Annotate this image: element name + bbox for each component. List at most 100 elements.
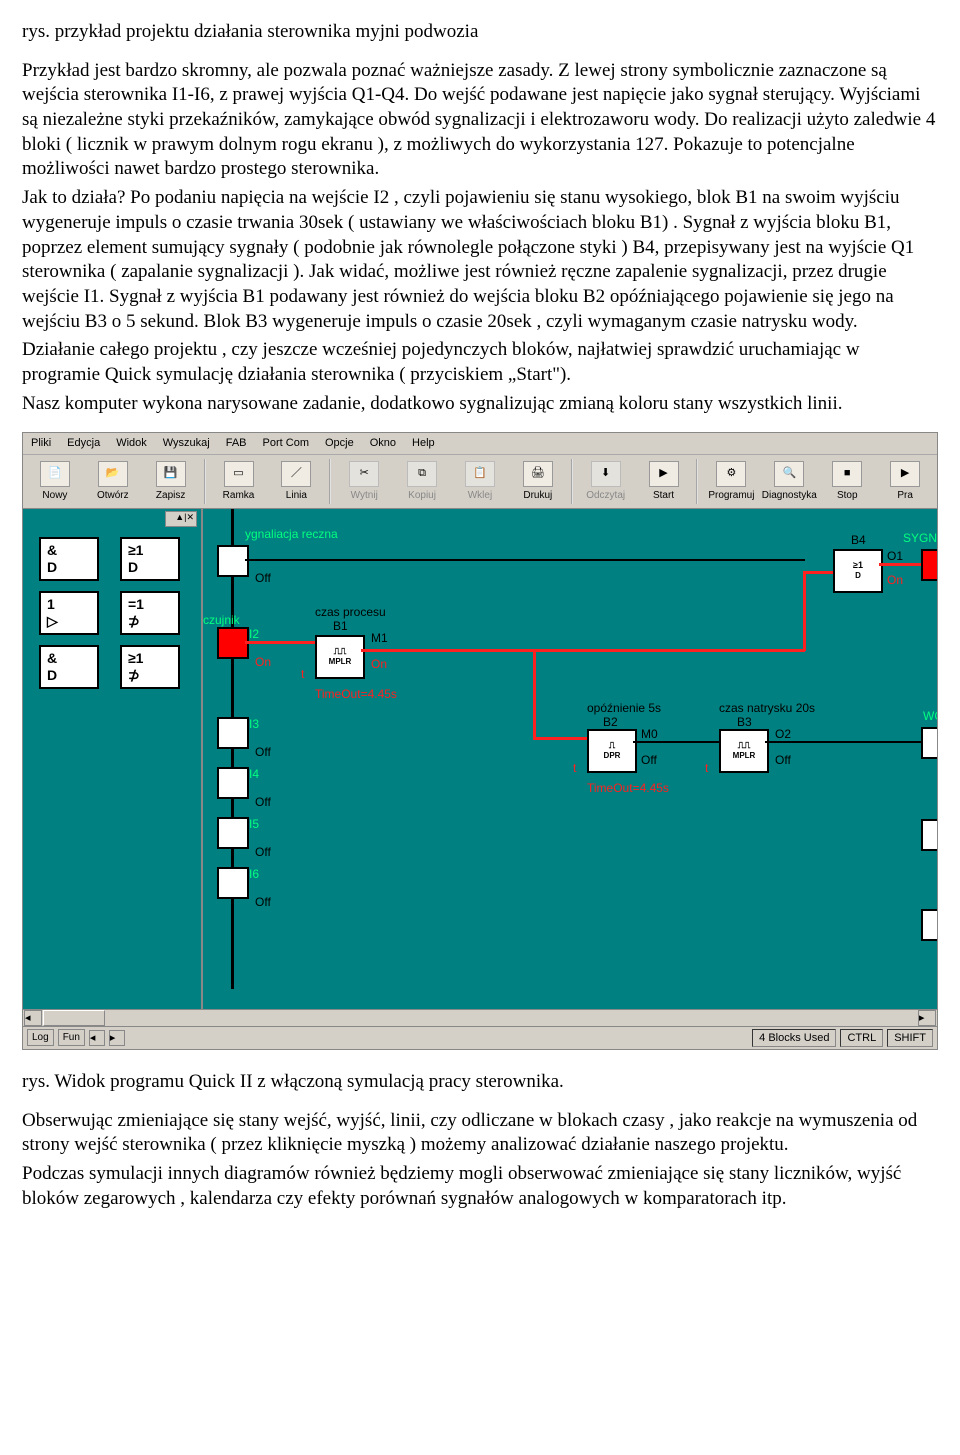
- block-type: DPR: [604, 751, 621, 761]
- menu-okno[interactable]: Okno: [370, 436, 396, 450]
- state-off: Off: [255, 745, 271, 761]
- palette-close-button[interactable]: ▲|✕: [165, 511, 197, 527]
- scroll-right-button[interactable]: ▸: [918, 1010, 936, 1026]
- menu-bar: Pliki Edycja Widok Wyszukaj FAB Port Com…: [23, 433, 937, 454]
- palette-block-4[interactable]: =1⊅: [120, 591, 180, 635]
- menu-pliki[interactable]: Pliki: [31, 436, 51, 450]
- block-b1[interactable]: ⎍⎍MPLR: [315, 635, 365, 679]
- work-area: ▲|✕ &D ≥1D 1▷ =1⊅ &D ≥1⊅ ygnaliacja recz…: [23, 509, 937, 1009]
- tb-wytnij[interactable]: ✂Wytnij: [336, 457, 392, 506]
- read-icon: ⬇: [591, 461, 621, 487]
- palette-or-gate[interactable]: ≥1D: [120, 537, 180, 581]
- tab-log[interactable]: Log: [27, 1029, 54, 1046]
- program-icon: ⚙: [716, 461, 746, 487]
- gate-symbol: =1: [128, 595, 144, 613]
- wire-b3-q2: [765, 741, 921, 743]
- input-i5[interactable]: [217, 817, 249, 849]
- label-i5: I5: [249, 817, 259, 833]
- output-q2[interactable]: [921, 727, 937, 759]
- tb-stop[interactable]: ■ Stop: [819, 457, 875, 506]
- wire-down-b2: [533, 649, 536, 739]
- tb-drukuj[interactable]: 🖨Drukuj: [510, 457, 566, 506]
- output-q1[interactable]: [921, 549, 937, 581]
- block-type: MPLR: [329, 657, 352, 667]
- tb-linia[interactable]: ／Linia: [268, 457, 324, 506]
- tb-odczytaj[interactable]: ⬇ Odczytaj: [578, 457, 634, 506]
- state-off: Off: [255, 845, 271, 861]
- tb-kopiuj[interactable]: ⧉Kopiuj: [394, 457, 450, 506]
- gate-symbol: ⊅: [128, 666, 140, 684]
- gate-symbol: D: [47, 558, 57, 576]
- label-spray-time: czas natrysku 20s: [719, 701, 815, 717]
- tb-zapisz[interactable]: 💾Zapisz: [143, 457, 199, 506]
- palette-and-gate[interactable]: &D: [39, 537, 99, 581]
- gate-symbol: 1: [47, 595, 55, 613]
- tab-fun[interactable]: Fun: [58, 1029, 85, 1046]
- figure-caption-1: rys. przykład projektu działania sterown…: [22, 20, 938, 45]
- quick-ii-app-window: Pliki Edycja Widok Wyszukaj FAB Port Com…: [22, 432, 938, 1050]
- menu-widok[interactable]: Widok: [116, 436, 147, 450]
- input-bus-wire: [231, 509, 234, 989]
- block-b4[interactable]: ≥1D: [833, 549, 883, 593]
- palette-block-6[interactable]: ≥1⊅: [120, 645, 180, 689]
- gate-symbol: &: [47, 541, 57, 559]
- horizontal-scrollbar[interactable]: ◂ ▸: [23, 1009, 937, 1026]
- label-water: WODA: [923, 709, 937, 725]
- input-i4[interactable]: [217, 767, 249, 799]
- tb-label: Drukuj: [523, 489, 552, 502]
- output-q3[interactable]: [921, 819, 937, 851]
- state-off: Off: [255, 895, 271, 911]
- status-blocks-used: 4 Blocks Used: [752, 1029, 836, 1047]
- tab-scroll-left[interactable]: ◂: [89, 1030, 105, 1046]
- tb-pra[interactable]: ▶Pra: [877, 457, 933, 506]
- scroll-thumb[interactable]: [43, 1010, 105, 1026]
- input-i6[interactable]: [217, 867, 249, 899]
- paragraph-1: Przykład jest bardzo skromny, ale pozwal…: [22, 59, 938, 182]
- wire-i2-b1: [245, 641, 315, 644]
- tb-label: Wytnij: [351, 489, 378, 502]
- label-manual-signal: ygnaliacja reczna: [245, 527, 338, 543]
- paragraph-2: Jak to działa? Po podaniu napięcia na we…: [22, 186, 938, 334]
- state-on: On: [255, 655, 271, 671]
- label-t: t: [705, 761, 708, 777]
- diagram-canvas[interactable]: ygnaliacja reczna Off czujnik I2 On czas…: [203, 509, 937, 1009]
- input-i3[interactable]: [217, 717, 249, 749]
- tb-label: Pra: [897, 489, 913, 502]
- block-b2[interactable]: ⎍DPR: [587, 729, 637, 773]
- menu-opcje[interactable]: Opcje: [325, 436, 354, 450]
- tb-diagnostyka[interactable]: 🔍Diagnostyka: [761, 457, 817, 506]
- menu-fab[interactable]: FAB: [226, 436, 247, 450]
- output-q4[interactable]: [921, 909, 937, 941]
- label-timeout-b1: TimeOut=4.45s: [315, 687, 397, 703]
- tb-ramka[interactable]: ▭Ramka: [211, 457, 267, 506]
- block-b3[interactable]: ⎍⎍MPLR: [719, 729, 769, 773]
- tb-programuj[interactable]: ⚙Programuj: [703, 457, 759, 506]
- wire-b1-up: [803, 571, 806, 651]
- menu-wyszukaj[interactable]: Wyszukaj: [163, 436, 210, 450]
- menu-portcom[interactable]: Port Com: [263, 436, 309, 450]
- palette-block-5[interactable]: &D: [39, 645, 99, 689]
- tb-label: Stop: [837, 489, 858, 502]
- gate-symbol: ≥1: [128, 541, 143, 559]
- wire-i1-b4: [245, 559, 805, 561]
- tb-start[interactable]: ▶Start: [636, 457, 692, 506]
- tb-wklej[interactable]: 📋Wklej: [452, 457, 508, 506]
- tb-label: Linia: [286, 489, 307, 502]
- toolbar-separator: [204, 459, 206, 504]
- input-i1[interactable]: [217, 545, 249, 577]
- new-file-icon: 📄: [40, 461, 70, 487]
- wire-to-b4: [803, 571, 833, 574]
- menu-help[interactable]: Help: [412, 436, 435, 450]
- tb-label: Otwórz: [97, 489, 129, 502]
- tb-otworz[interactable]: 📂Otwórz: [85, 457, 141, 506]
- palette-block-3[interactable]: 1▷: [39, 591, 99, 635]
- tb-nowy[interactable]: 📄Nowy: [27, 457, 83, 506]
- tb-label: Diagnostyka: [762, 489, 817, 502]
- menu-edycja[interactable]: Edycja: [67, 436, 100, 450]
- tab-scroll-right[interactable]: ▸: [109, 1030, 125, 1046]
- stop-icon: ■: [832, 461, 862, 487]
- scroll-left-button[interactable]: ◂: [24, 1010, 42, 1026]
- gate-symbol: &: [47, 649, 57, 667]
- wire-b1-out: [361, 649, 805, 652]
- tb-label: Odczytaj: [586, 489, 625, 502]
